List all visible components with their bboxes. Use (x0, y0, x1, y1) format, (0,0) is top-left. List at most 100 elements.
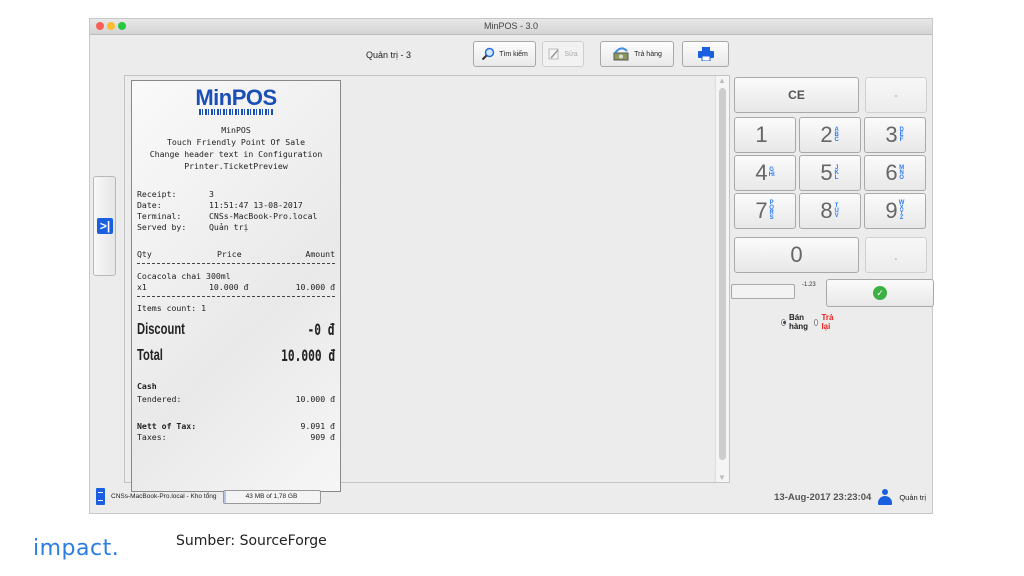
key-digit: 2 (820, 122, 833, 147)
key-0[interactable]: 0 (734, 237, 859, 273)
receipt-date-row: Date: 11:51:47 13-08-2017 (137, 200, 335, 211)
line-item-name: Cocacola chai 300ml (137, 271, 231, 281)
line-item-row: x1 10.000 đ 10.000 đ (137, 282, 335, 293)
items-count: Items count: 1 (137, 303, 207, 313)
amount-header: Amount (305, 249, 335, 259)
current-user: Quản trị (899, 492, 926, 502)
edit-button-label: Sửa (564, 50, 578, 58)
line-amount: 10.000 đ (295, 282, 335, 292)
taxes-label: Taxes: (137, 432, 167, 442)
print-button[interactable] (682, 41, 729, 67)
preview-scrollbar[interactable]: ▲ ▼ (715, 76, 729, 482)
discount-row: Discount -0 đ (137, 321, 335, 339)
refund-icon (613, 47, 629, 61)
receipt: MinPOS MinPOS Touch Friendly Point Of Sa… (131, 80, 341, 492)
edit-icon (548, 48, 559, 60)
window-title: MinPOS - 3.0 (483, 21, 539, 31)
served-label: Served by: (137, 222, 187, 232)
key-4[interactable]: 4 GHI (734, 155, 796, 191)
key-digit: 6 (885, 160, 898, 185)
key-1[interactable]: 1 (734, 117, 796, 153)
return-mode-radio[interactable] (813, 318, 819, 326)
memory-label: 43 MB of 1,78 GB (245, 492, 298, 500)
receipt-number-row: Receipt: 3 (137, 189, 335, 200)
mode-selector: Bán hàng Trả lại (781, 313, 835, 331)
total-row: Total 10.000 đ (137, 347, 335, 365)
discount-label: Discount (137, 321, 185, 338)
terminal-value: CNSs-MacBook-Pro.local (209, 211, 318, 221)
discount-value: -0 đ (308, 320, 335, 339)
receipt-served-row: Served by: Quản trị (137, 222, 335, 233)
total-label: Total (137, 347, 163, 364)
key-2[interactable]: 2 ABC (799, 117, 861, 153)
price-header: Price (217, 249, 242, 259)
nett-value: 9.091 đ (300, 421, 335, 431)
clear-entry-button[interactable]: CE (734, 77, 859, 113)
printer-icon (697, 47, 714, 61)
key-digit: 5 (820, 160, 833, 185)
key-digit: 0 (790, 242, 803, 267)
key-digit: 9 (885, 198, 898, 223)
refund-button[interactable]: Trả hàng (600, 41, 674, 67)
served-value: Quản trị (209, 222, 249, 232)
confirm-button[interactable]: ✓ (826, 279, 934, 307)
terminal-label: Terminal: (137, 211, 182, 221)
tendered-label: Tendered: (137, 394, 182, 404)
location-label: CNSs-MacBook-Pro.local - Kho tổng (111, 493, 217, 500)
key-8[interactable]: 8 TUV (799, 193, 861, 229)
title-bar: MinPOS - 3.0 (90, 19, 932, 35)
status-bar-left: CNSs-MacBook-Pro.local - Kho tổng 43 MB … (96, 488, 321, 505)
receipt-header-line: Printer.TicketPreview (184, 161, 288, 171)
return-mode-label[interactable]: Trả lại (821, 313, 835, 331)
checkmark-icon: ✓ (873, 286, 887, 300)
key-letters: GHI (768, 167, 775, 178)
minus-button[interactable]: - (865, 77, 927, 113)
memory-indicator[interactable]: 43 MB of 1,78 GB (222, 489, 321, 504)
receipt-logo: MinPOS (132, 85, 340, 115)
sidebar-toggle[interactable]: >| (93, 176, 116, 276)
key-6[interactable]: 6 MNO (864, 155, 926, 191)
clock: 13-Aug-2017 23:23:04 (774, 491, 872, 503)
key-digit: 1 (755, 122, 768, 147)
quantity-input[interactable] (731, 284, 795, 299)
receipt-column-headers: Qty Price Amount (137, 249, 335, 260)
key-letters: JKL (834, 164, 839, 181)
receipt-terminal-row: Terminal: CNSs-MacBook-Pro.local (137, 211, 335, 222)
logo-text: MinPOS (195, 85, 277, 110)
decimal-button[interactable]: . (865, 237, 927, 273)
payment-method: Cash (137, 381, 157, 391)
memory-fill (223, 490, 227, 503)
brand-logo: impact. (33, 536, 120, 561)
server-icon (96, 488, 105, 505)
key-9[interactable]: 9 WXYZ (864, 193, 926, 229)
key-digit: 4 (755, 160, 768, 185)
sale-mode-label[interactable]: Bán hàng (789, 313, 811, 331)
key-digit: 7 (755, 198, 768, 223)
nett-label: Nett of Tax: (137, 421, 197, 431)
receipt-value: 3 (209, 189, 214, 199)
key-digit: 8 (820, 198, 833, 223)
divider (137, 296, 335, 297)
edit-button[interactable]: Sửa (542, 41, 584, 67)
receipt-header-line: MinPOS (221, 125, 251, 135)
scroll-down-icon[interactable]: ▼ (718, 473, 726, 482)
date-value: 11:51:47 13-08-2017 (209, 200, 303, 210)
search-button[interactable]: Tìm kiếm (473, 41, 536, 67)
quantity-hint: -1.23 (802, 282, 816, 288)
source-caption: Sumber: SourceForge (176, 533, 327, 549)
scroll-thumb[interactable] (719, 88, 726, 460)
receipt-label: Receipt: (137, 189, 177, 199)
key-letters: PQRS (769, 200, 774, 221)
key-letters: ABC (834, 126, 839, 143)
key-3[interactable]: 3 DEF (864, 117, 926, 153)
line-qty: x1 (137, 282, 147, 292)
key-5[interactable]: 5 JKL (799, 155, 861, 191)
taxes-value: 909 đ (310, 432, 335, 442)
key-letters: WXYZ (898, 200, 905, 221)
key-7[interactable]: 7 PQRS (734, 193, 796, 229)
qty-header: Qty (137, 249, 152, 259)
divider (137, 263, 335, 264)
ticket-user-label: Quản trị - 3 (366, 50, 412, 60)
scroll-up-icon[interactable]: ▲ (718, 76, 726, 85)
sale-mode-radio[interactable] (781, 318, 786, 326)
